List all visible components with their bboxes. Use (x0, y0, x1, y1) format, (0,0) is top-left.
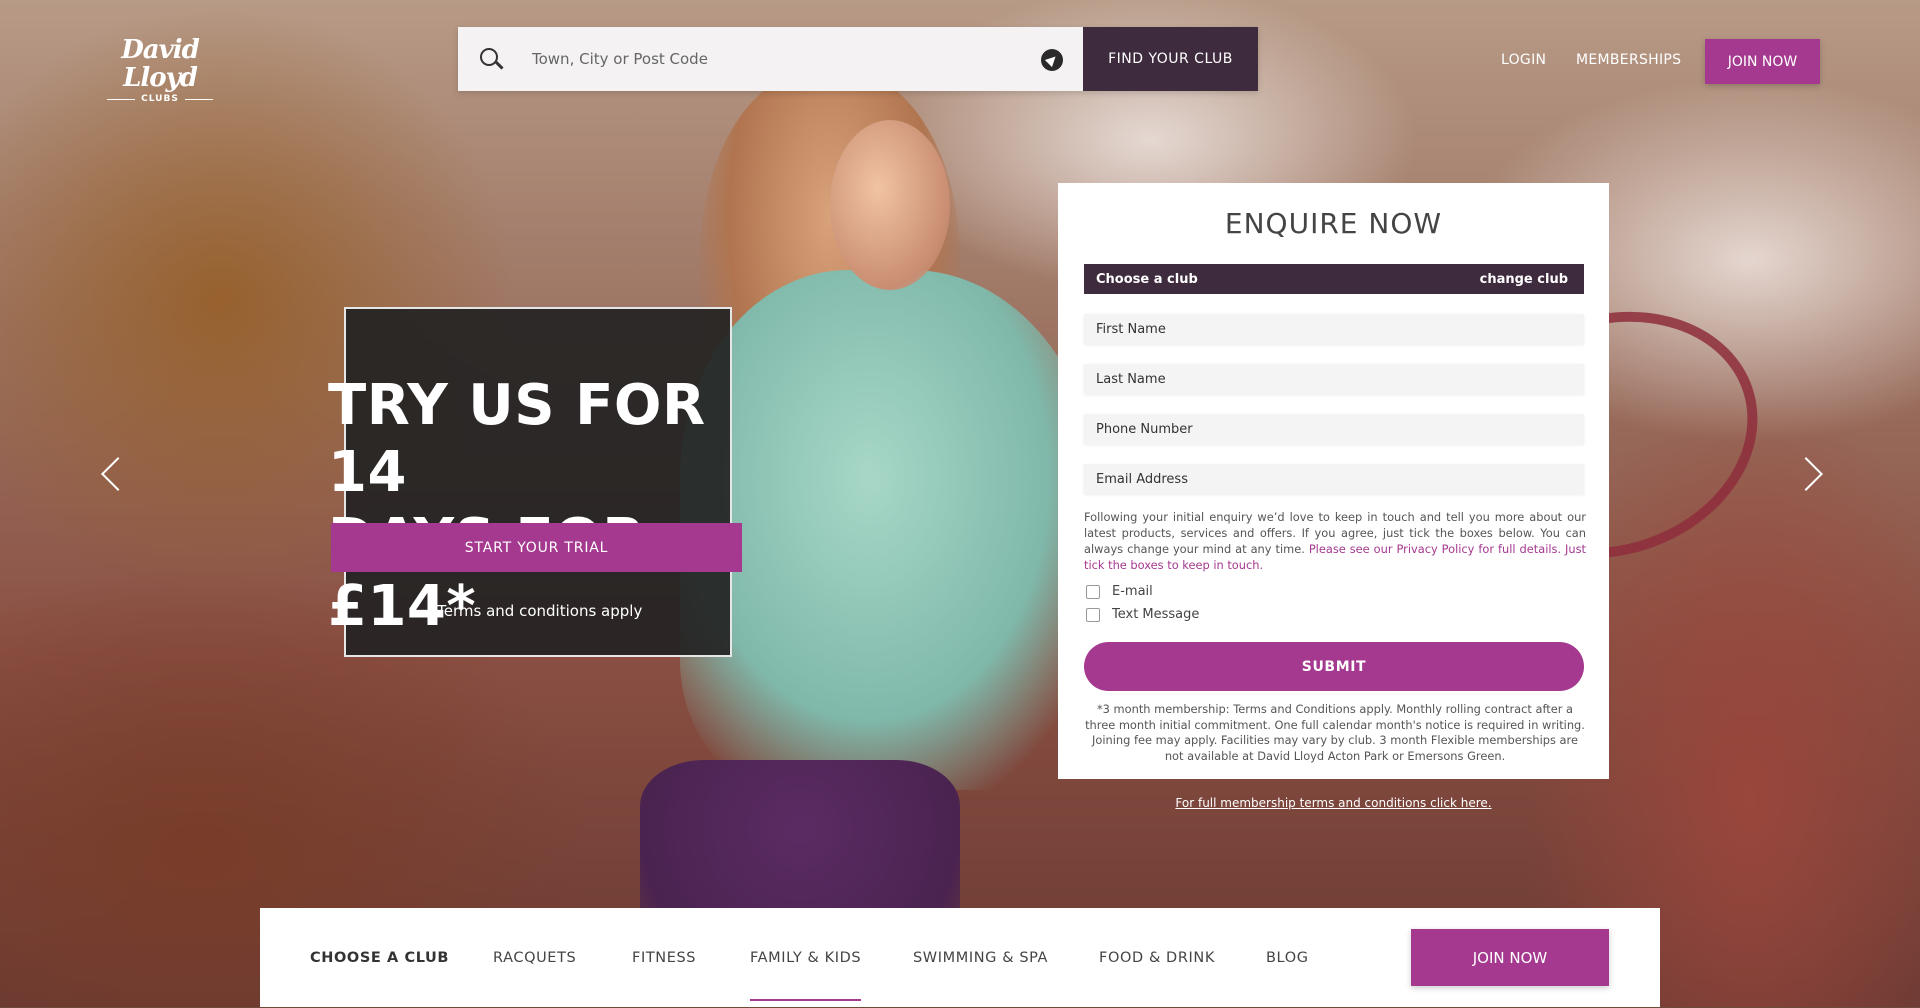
nav-family-kids[interactable]: FAMILY & KIDS (750, 908, 862, 1007)
text-consent-option[interactable]: Text Message (1086, 607, 1199, 622)
search-icon (480, 48, 502, 70)
first-name-field[interactable] (1084, 314, 1584, 344)
location-arrow-icon[interactable] (1041, 49, 1063, 71)
join-now-bottom-button[interactable]: JOIN NOW (1411, 929, 1609, 986)
brand-logo[interactable]: David Lloyd CLUBS (100, 36, 220, 104)
search-input[interactable] (530, 49, 1014, 69)
nav-blog[interactable]: BLOG (1266, 908, 1309, 1007)
submit-button[interactable]: SUBMIT (1084, 642, 1584, 691)
consent-text: Following your initial enquiry we’d love… (1084, 509, 1586, 573)
email-checkbox[interactable] (1086, 584, 1100, 599)
promo-terms-note: *Terms and conditions apply (429, 602, 643, 620)
enquire-form: ENQUIRE NOW Choose a club change club Fo… (1058, 183, 1609, 779)
club-selector-label: Choose a club (1096, 271, 1198, 287)
bottom-nav: CHOOSE A CLUB RACQUETS FITNESS FAMILY & … (260, 908, 1660, 1007)
memberships-link[interactable]: MEMBERSHIPS (1576, 52, 1681, 68)
hero-background (0, 0, 1920, 1007)
logo-wordmark: David Lloyd (121, 35, 200, 93)
change-club-link[interactable]: change club (1480, 272, 1568, 287)
nav-choose-a-club[interactable]: CHOOSE A CLUB (310, 908, 449, 1007)
start-trial-button[interactable]: START YOUR TRIAL (331, 523, 742, 572)
login-link[interactable]: LOGIN (1501, 52, 1546, 68)
nav-racquets[interactable]: RACQUETS (493, 908, 576, 1007)
full-terms-link[interactable]: For full membership terms and conditions… (1058, 796, 1609, 810)
email-consent-option[interactable]: E-mail (1086, 584, 1153, 599)
club-search: FIND YOUR CLUB (458, 27, 1258, 91)
hero-photo-face (830, 120, 950, 290)
find-your-club-button[interactable]: FIND YOUR CLUB (1083, 27, 1258, 91)
text-message-checkbox[interactable] (1086, 607, 1100, 622)
club-selector[interactable]: Choose a club change club (1084, 264, 1584, 294)
search-box (458, 27, 1083, 91)
logo-subtitle: CLUBS (100, 94, 220, 104)
enquire-title: ENQUIRE NOW (1224, 207, 1443, 240)
join-now-button[interactable]: JOIN NOW (1705, 39, 1820, 84)
membership-disclaimer: *3 month membership: Terms and Condition… (1085, 702, 1585, 763)
last-name-field[interactable] (1084, 364, 1584, 394)
promo-title: TRY US FOR 14 DAYS FOR £14* (328, 372, 768, 640)
email-address-field[interactable] (1084, 464, 1584, 494)
promo-title-line-1: TRY US FOR 14 (328, 373, 706, 505)
email-checkbox-label: E-mail (1112, 584, 1153, 599)
nav-swimming-spa[interactable]: SWIMMING & SPA (913, 908, 1048, 1007)
nav-fitness[interactable]: FITNESS (632, 908, 696, 1007)
nav-food-drink[interactable]: FOOD & DRINK (1099, 908, 1215, 1007)
phone-number-field[interactable] (1084, 414, 1584, 444)
text-message-checkbox-label: Text Message (1112, 607, 1200, 622)
